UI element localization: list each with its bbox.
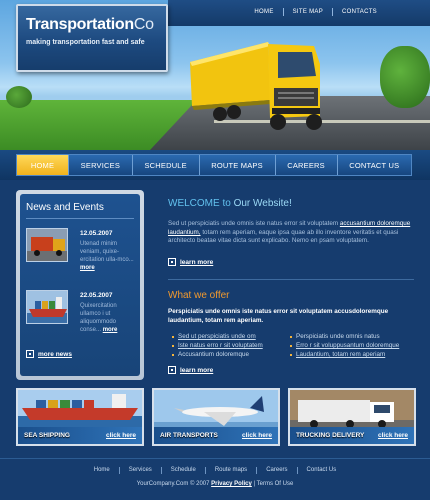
divider [26,218,134,219]
news-text: Utenad minim veniam, quixe-ercitation ul… [80,240,138,272]
learn-more-offer[interactable]: learn more [168,366,213,374]
footer-nav: Home Services Schedule Route maps Career… [0,467,430,474]
footer: Home Services Schedule Route maps Career… [0,458,430,500]
offer-text: Perspiciatis unde omnis iste natus error… [168,308,389,324]
banner-title: AIR TRANSPORTS [160,432,218,439]
privacy-policy-link[interactable]: Privacy Policy [211,481,252,487]
news-title: News and Events [26,202,104,213]
banner-label: AIR TRANSPORTS click here [154,427,278,444]
click-here-link[interactable]: click here [242,432,272,439]
news-more-link[interactable]: more [80,265,95,271]
footer-nav-home[interactable]: Home [85,467,120,474]
welcome-text: Sed ut perspiciatis unde omnis iste natu… [168,220,414,246]
banner-sea-shipping[interactable]: SEA SHIPPING click here [16,388,144,446]
nav-route-maps[interactable]: ROUTE MAPS [200,155,276,175]
truck-illustration [190,42,322,130]
more-news[interactable]: more news [26,350,72,358]
news-more-link[interactable]: more [103,327,118,333]
arrow-box-icon [168,366,176,374]
news-snippet: Utenad minim veniam, quixe-ercitation ul… [80,241,134,263]
logo-title-main: Transportation [26,16,134,33]
news-panel-inner: News and Events 12.05.2007 Utenad minim … [20,194,140,376]
terms-text[interactable]: | Terms Of Use [254,481,294,487]
banner-trucking-delivery[interactable]: TRUCKING DELIVERY click here [288,388,416,446]
divider [168,279,414,280]
main-content: WELCOME to Our Website! Sed ut perspicia… [168,190,414,382]
welcome-title-b: Our Website! [233,198,292,209]
offer-title: What we offer [168,290,230,301]
logo-title-co: Co [133,16,154,33]
offer-list-item[interactable]: Laudantium, totam rem aperiam [290,350,410,359]
banner-title: SEA SHIPPING [24,432,70,439]
top-nav-site-map[interactable]: SITE MAP [284,9,332,15]
learn-more-link[interactable]: learn more [180,259,213,266]
nav-services[interactable]: SERVICES [69,155,133,175]
news-date: 22.05.2007 [80,292,113,299]
footer-copyright: YourCompany.Com © 2007 Privacy Policy | … [0,481,430,487]
top-nav-home[interactable]: HOME [245,9,282,15]
nav-schedule[interactable]: SCHEDULE [133,155,200,175]
main-nav-bar: HOME SERVICES SCHEDULE ROUTE MAPS CAREER… [16,154,412,176]
copyright-text: YourCompany.Com © 2007 [136,481,210,487]
banner-label: TRUCKING DELIVERY click here [290,427,414,444]
banner-label: SEA SHIPPING click here [18,427,142,444]
footer-nav-careers[interactable]: Careers [257,467,298,474]
nav-careers[interactable]: CAREERS [276,155,338,175]
banner-air-transports[interactable]: AIR TRANSPORTS click here [152,388,280,446]
tree-left [6,86,32,108]
logo[interactable]: TransportationCo making transportation f… [16,4,168,72]
top-nav: HOME SITE MAP CONTACTS [245,8,386,16]
click-here-link[interactable]: click here [106,432,136,439]
news-text: Quixercitation ullamco i ut aliquommodo … [80,302,138,334]
header-banner: HOME SITE MAP CONTACTS TransportationCo … [0,0,430,150]
nav-contact-us[interactable]: CONTACT US [338,155,411,175]
welcome-title: WELCOME to Our Website! [168,198,292,209]
learn-more-welcome[interactable]: learn more [168,258,213,266]
footer-nav-contact-us[interactable]: Contact Us [298,467,346,474]
news-item: 12.05.2007 Utenad minim veniam, quixe-er… [26,228,138,288]
news-panel: News and Events 12.05.2007 Utenad minim … [16,190,144,380]
footer-nav-schedule[interactable]: Schedule [162,467,206,474]
welcome-title-a: WELCOME to [168,198,231,209]
offer-list-item[interactable]: Erro r sit voluppusantum doloremque [290,341,410,350]
top-nav-contacts[interactable]: CONTACTS [333,9,386,15]
footer-nav-route-maps[interactable]: Route maps [206,467,258,474]
news-thumbnail-ship[interactable] [26,290,68,324]
offer-list-item[interactable]: Iste natus erro r sit voluptatem [172,341,292,350]
news-item: 22.05.2007 Quixercitation ullamco i ut a… [26,290,138,350]
offer-list-item[interactable]: Sed ut perspiciatis unde om [172,332,292,341]
offer-list-right: Perspiciatis unde omnis natus Erro r sit… [290,332,410,359]
banner-title: TRUCKING DELIVERY [296,432,365,439]
welcome-text-pre: Sed ut perspiciatis unde omnis iste natu… [168,220,339,227]
news-thumbnail-truck[interactable] [26,228,68,262]
main-nav: HOME SERVICES SCHEDULE ROUTE MAPS CAREER… [0,150,430,180]
more-news-link[interactable]: more news [38,351,72,358]
news-date: 12.05.2007 [80,230,113,237]
welcome-text-post: totam rem aperiam, eaque ipsa quae ab il… [168,228,399,245]
arrow-box-icon [168,258,176,266]
click-here-link[interactable]: click here [378,432,408,439]
offer-list-item[interactable]: Accusantium doloremque [172,350,292,359]
logo-title: TransportationCo [26,16,154,34]
arrow-box-icon [26,350,34,358]
footer-nav-services[interactable]: Services [120,467,162,474]
nav-home[interactable]: HOME [17,155,69,175]
offer-list-item[interactable]: Perspiciatis unde omnis natus [290,332,410,341]
tree-right [380,46,430,108]
logo-tagline: making transportation fast and safe [26,39,145,46]
offer-list-left: Sed ut perspiciatis unde om Iste natus e… [172,332,292,359]
learn-more-link[interactable]: learn more [180,367,213,374]
